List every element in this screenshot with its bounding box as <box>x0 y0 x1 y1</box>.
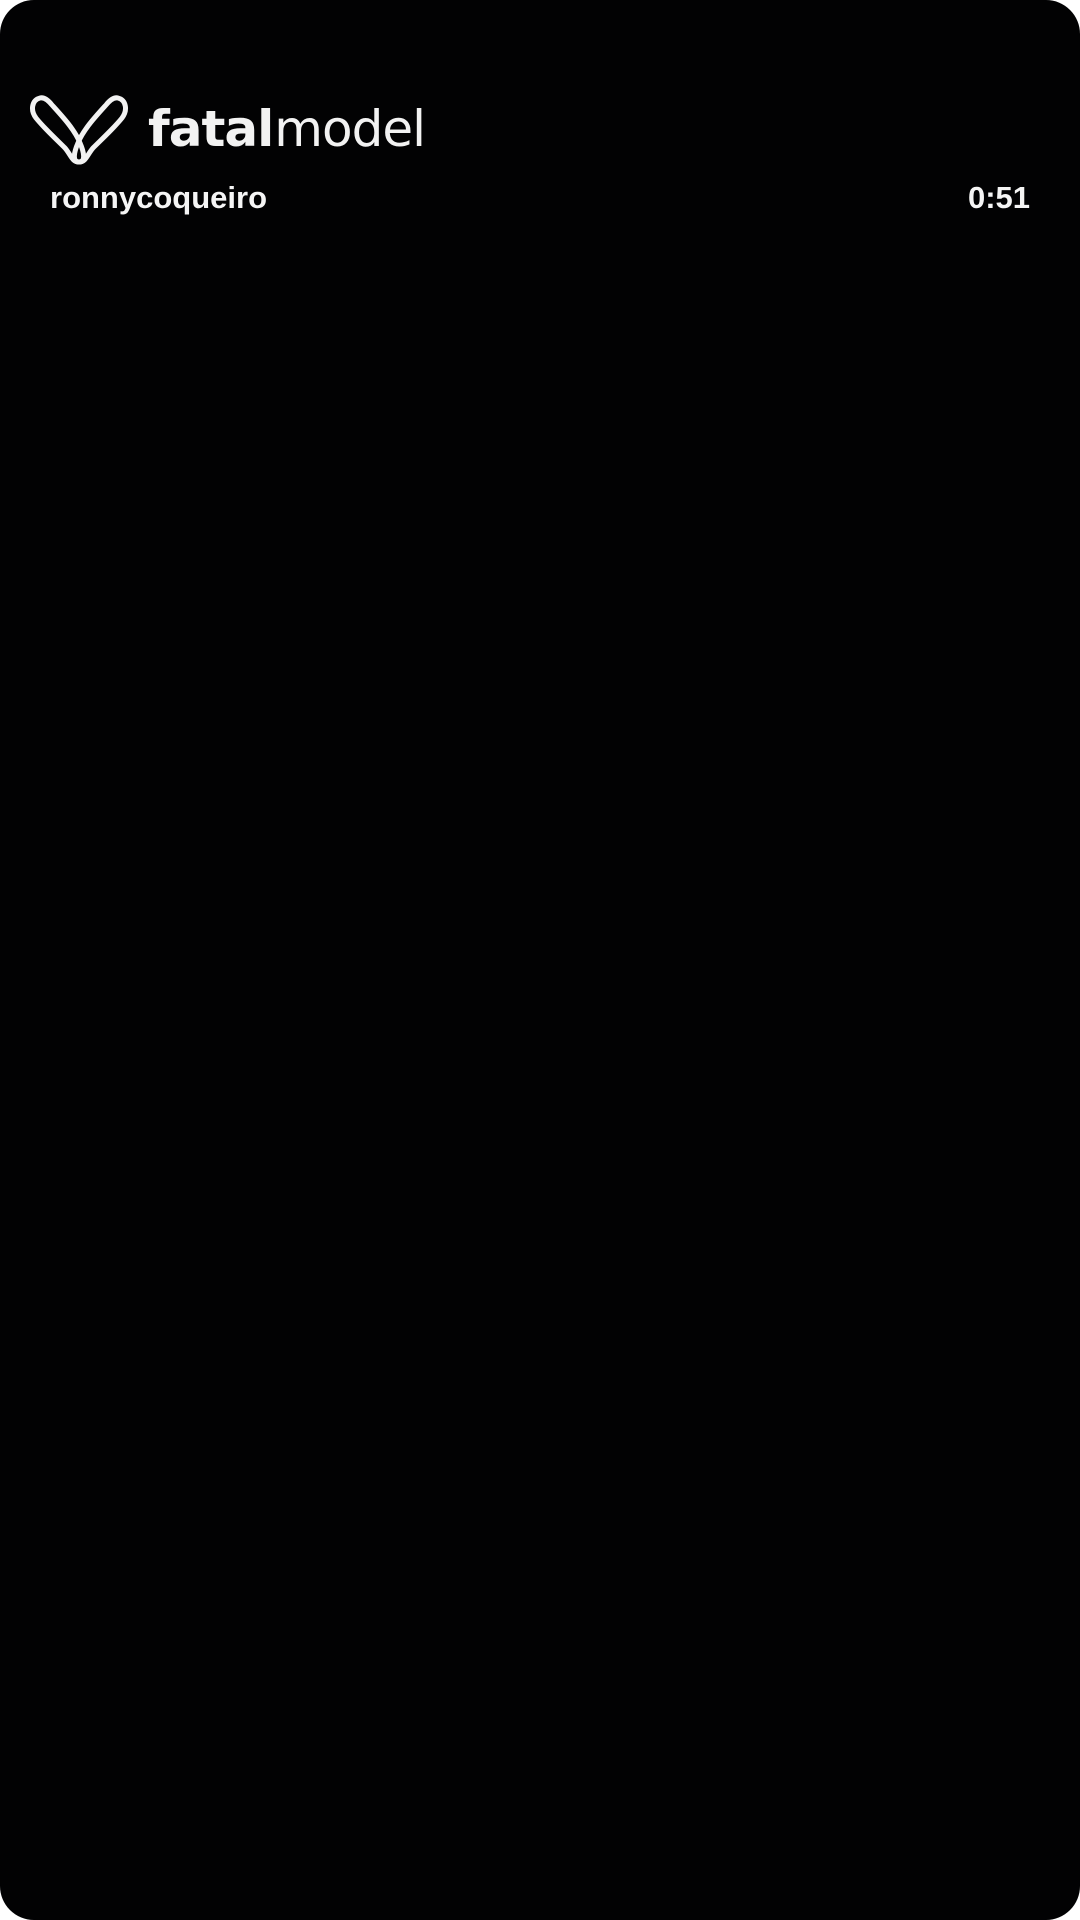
brand-header: fatalmodel <box>28 92 426 166</box>
story-info-bar: ronnycoqueiro 0:51 <box>50 180 1030 216</box>
username-link[interactable]: ronnycoqueiro <box>50 180 267 216</box>
brand-name-light: model <box>274 100 426 158</box>
story-viewer-screen[interactable]: fatalmodel ronnycoqueiro 0:51 <box>0 0 1080 1920</box>
brand-name-bold: fatal <box>148 100 274 158</box>
butterfly-logo-icon <box>30 95 128 165</box>
brand-wordmark: fatalmodel <box>148 104 426 154</box>
video-duration: 0:51 <box>967 180 1030 215</box>
video-content-area[interactable] <box>0 230 1080 1920</box>
